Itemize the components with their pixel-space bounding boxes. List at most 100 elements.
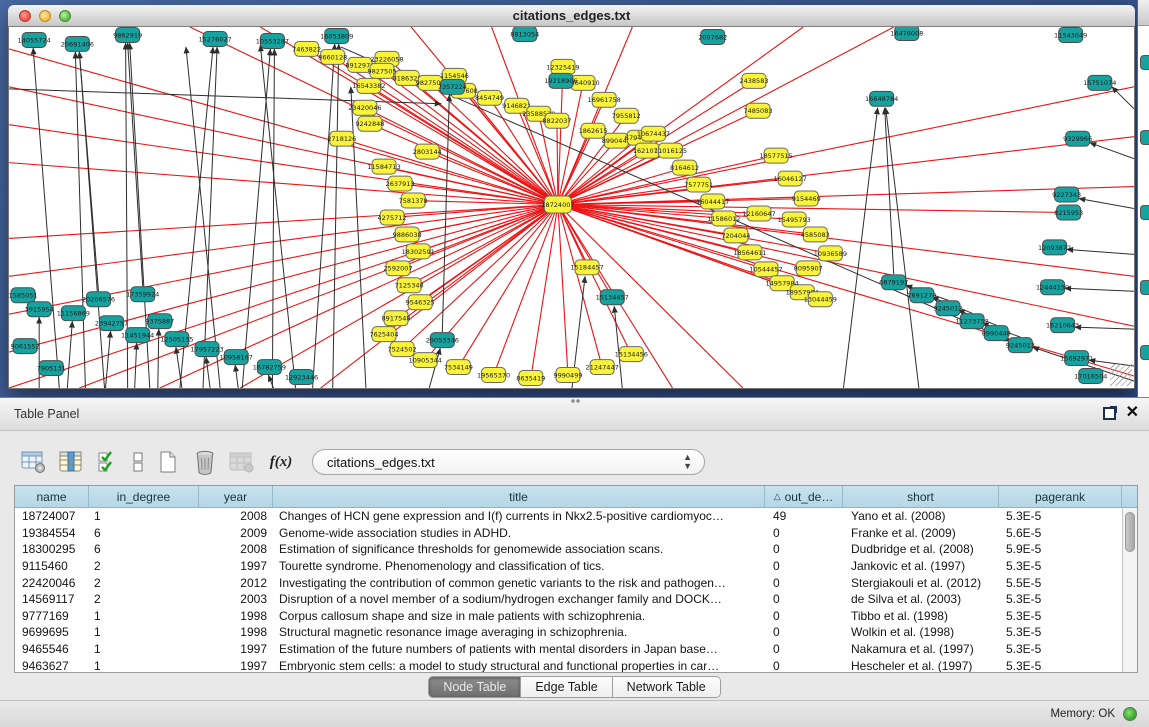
tab-network-table[interactable]: Network Table (613, 676, 721, 698)
delete-icon[interactable] (191, 447, 219, 477)
graph-node[interactable]: 16961758 (588, 92, 621, 107)
citation-network-graph[interactable]: 1872400774638228660128891297423226058982… (9, 27, 1134, 388)
graph-node[interactable]: 8822037 (542, 113, 571, 128)
graph-node[interactable]: 15751074 (1083, 75, 1116, 90)
column-header-out_de[interactable]: △out_de… (765, 486, 843, 507)
graph-node[interactable]: 9242848 (355, 116, 384, 131)
column-visibility-icon[interactable] (94, 447, 122, 477)
table-row[interactable]: 977716911998Corpus callosum shape and si… (15, 608, 1122, 625)
table-row[interactable]: 946362711997Embryonic stem cells: a mode… (15, 657, 1122, 672)
graph-node[interactable]: 8164612 (670, 160, 699, 175)
graph-node[interactable]: 7125348 (395, 278, 424, 293)
graph-node[interactable]: 2718126 (327, 131, 356, 146)
graph-node[interactable]: 8990448 (982, 326, 1011, 341)
graph-node[interactable]: 1585051 (9, 288, 38, 303)
graph-node[interactable]: 12505135 (160, 332, 193, 347)
graph-node[interactable]: 7485083 (743, 103, 772, 118)
table-row[interactable]: 969969511998Structural magnetic resonanc… (15, 624, 1122, 641)
close-panel-icon[interactable]: ✕ (1126, 404, 1139, 422)
graph-node[interactable]: 16044417 (696, 194, 729, 209)
graph-node[interactable]: 16046127 (774, 171, 807, 186)
graph-node[interactable]: 9227343 (1052, 187, 1081, 202)
tab-edge-table[interactable]: Edge Table (521, 676, 612, 698)
column-header-year[interactable]: year (199, 486, 273, 507)
graph-node[interactable]: 16053809 (320, 28, 353, 43)
graph-node[interactable]: 7463822 (292, 41, 321, 56)
graph-node[interactable]: 9245012 (933, 301, 962, 316)
window-titlebar[interactable]: citations_edges.txt (8, 5, 1135, 27)
tab-node-table[interactable]: Node Table (428, 676, 521, 698)
table-row[interactable]: 2242004622012Investigating the contribut… (15, 574, 1122, 591)
graph-node[interactable]: 14055724 (18, 32, 51, 47)
graph-node[interactable]: 9862919 (113, 27, 142, 42)
table-row[interactable]: 1830029562008Estimation of significance … (15, 541, 1122, 558)
graph-node[interactable]: 15495793 (778, 212, 811, 227)
network-canvas[interactable]: 1872400774638228660128891297423226058982… (9, 27, 1134, 388)
table-row[interactable]: 1456911722003Disruption of a novel membe… (15, 591, 1122, 608)
graph-node[interactable]: 12160647 (742, 206, 775, 221)
graph-node[interactable]: 13044459 (804, 292, 837, 307)
graph-node[interactable]: 10674437 (637, 126, 670, 141)
table-row[interactable]: 911546021997Tourette syndrome. Phenomeno… (15, 558, 1122, 575)
graph-node[interactable]: 2803144 (413, 144, 442, 159)
graph-node[interactable]: 21247447 (586, 360, 619, 375)
graph-node[interactable]: 23420046 (348, 100, 381, 115)
graph-node[interactable]: 11273752 (956, 314, 989, 329)
column-header-short[interactable]: short (843, 486, 999, 507)
graph-node[interactable]: 11543049 (1054, 27, 1087, 42)
graph-node[interactable]: 15276027 (198, 31, 231, 46)
graph-node[interactable]: 10544457 (749, 262, 782, 277)
column-header-name[interactable]: name (15, 486, 89, 507)
column-header-title[interactable]: title (273, 486, 765, 507)
graph-node[interactable]: 9154469 (792, 191, 821, 206)
graph-node[interactable]: 9375887 (145, 314, 174, 329)
table-settings-icon[interactable] (20, 447, 48, 477)
column-header-in_degree[interactable]: in_degree (89, 486, 199, 507)
graph-node[interactable]: 23942757 (95, 316, 128, 331)
graph-node[interactable]: 18564611 (733, 245, 766, 260)
graph-node[interactable]: 6879197 (879, 275, 908, 290)
graph-node[interactable]: 19218906 (544, 73, 577, 88)
graph-node[interactable]: 1862615 (579, 123, 608, 138)
graph-node[interactable]: 15134456 (615, 347, 648, 362)
table-row[interactable]: 1938455462009Genome-wide association stu… (15, 525, 1122, 542)
graph-node[interactable]: 8454749 (475, 90, 504, 105)
graph-node[interactable]: 16543382 (352, 78, 385, 93)
graph-node[interactable]: 20206576 (82, 292, 115, 307)
graph-node[interactable]: 9329966 (1063, 131, 1092, 146)
graph-node[interactable]: 17359924 (126, 287, 159, 302)
splitter-handle[interactable] (570, 399, 580, 403)
graph-node[interactable]: 15184457 (570, 260, 603, 275)
graph-node[interactable]: 7204044 (721, 228, 750, 243)
memory-status-icon[interactable] (1123, 707, 1137, 721)
graph-node[interactable]: 8813054 (510, 27, 539, 41)
graph-node[interactable]: 10958167 (220, 350, 253, 365)
new-document-icon[interactable] (154, 447, 182, 477)
graph-node[interactable]: 4585083 (801, 227, 830, 242)
graph-node[interactable]: 16648784 (865, 91, 898, 106)
table-row[interactable]: 1872400712008Changes of HCN gene express… (15, 508, 1122, 525)
graph-node[interactable]: 7905131 (37, 361, 66, 376)
graph-node[interactable]: 18724007 (541, 196, 574, 213)
graph-node[interactable]: 15134457 (596, 290, 629, 305)
delete-table-icon[interactable] (228, 447, 256, 477)
graph-node[interactable]: 9990499 (553, 368, 582, 383)
graph-node[interactable]: 10905344 (409, 353, 442, 368)
graph-node[interactable]: 9061552 (11, 339, 40, 354)
select-column-icon[interactable] (57, 447, 85, 477)
graph-node[interactable]: 11586012 (707, 211, 740, 226)
graph-node[interactable]: 8635419 (516, 371, 545, 386)
graph-node[interactable]: 11451944 (121, 328, 154, 343)
graph-node[interactable]: 29053346 (426, 333, 459, 348)
vertical-scrollbar[interactable] (1122, 508, 1137, 672)
graph-node[interactable]: 7625404 (369, 327, 398, 342)
graph-node[interactable]: 17016504 (1074, 369, 1107, 384)
graph-node[interactable]: 9546325 (406, 295, 435, 310)
graph-node[interactable]: 8095907 (794, 261, 823, 276)
graph-node[interactable]: 2087682 (698, 29, 727, 44)
table-row[interactable]: 946554611997Estimation of the future num… (15, 641, 1122, 658)
graph-node[interactable]: 12093872 (1038, 240, 1071, 255)
graph-node[interactable]: 10553287 (256, 33, 289, 48)
function-builder-icon[interactable]: f(x) (265, 447, 297, 477)
graph-node[interactable]: 11156869 (57, 306, 90, 321)
